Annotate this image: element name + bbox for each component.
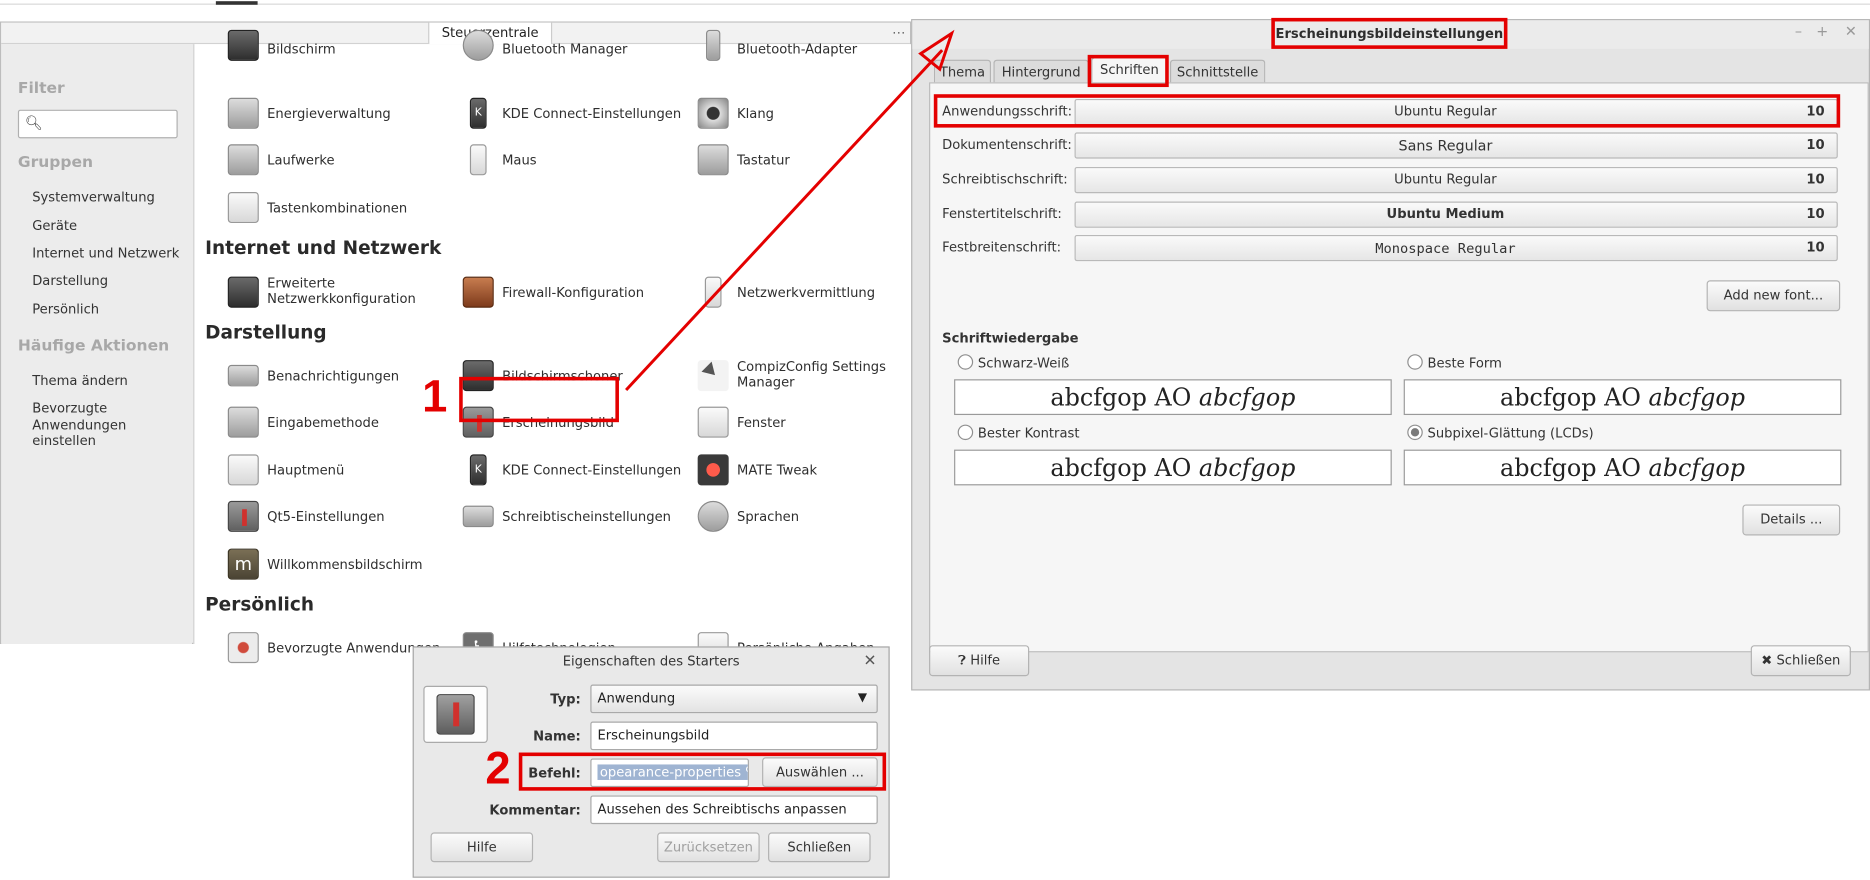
annotation-arrow [625,29,955,391]
step-number-2: 2 [485,744,511,795]
annotation-arrow-head [918,29,955,72]
annotation-arrow-line [625,49,944,391]
step-number-1: 1 [422,372,448,423]
